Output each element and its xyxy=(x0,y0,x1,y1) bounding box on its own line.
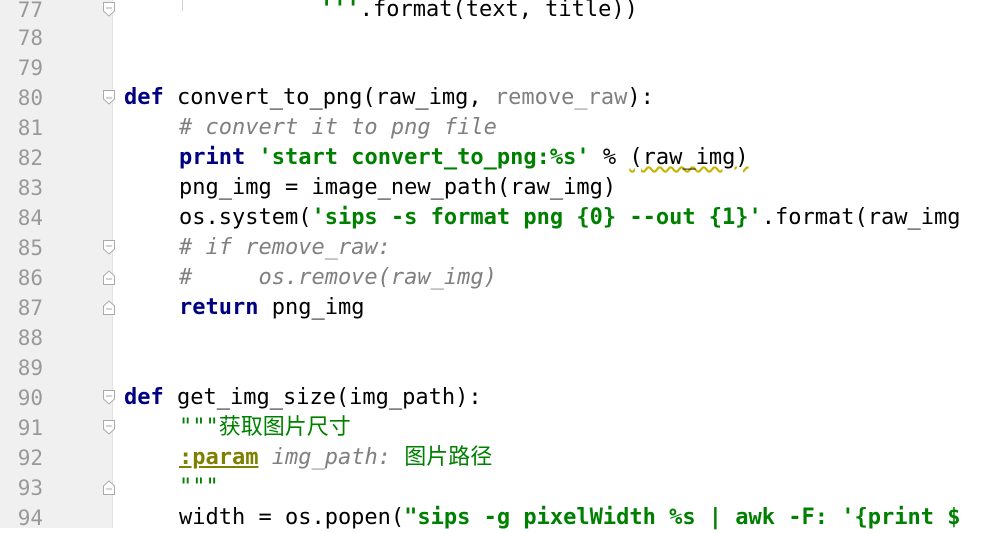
code-line[interactable]: 82 print 'start convert_to_png:%s' % (ra… xyxy=(0,143,998,173)
code-line[interactable]: 90 def get_img_size(img_path): xyxy=(0,383,998,413)
code-text: return png_img xyxy=(179,295,365,320)
code-text: print 'start convert_to_png:%s' % (raw_i… xyxy=(179,145,749,170)
line-number: 79 xyxy=(17,56,43,80)
code-editor[interactable]: 77 '''.format(text, title)) 78 79 80 def… xyxy=(0,0,998,530)
line-number: 83 xyxy=(17,176,43,200)
fold-end-icon[interactable] xyxy=(103,270,115,285)
code-text: # os.remove(raw_img) xyxy=(179,265,497,290)
code-text: def get_img_size(img_path): xyxy=(124,385,482,410)
line-number: 85 xyxy=(17,236,43,260)
code-line[interactable]: 85 # if remove_raw: xyxy=(0,233,998,263)
line-number: 77 xyxy=(17,0,43,22)
code-text: width = os.popen("sips -g pixelWidth %s … xyxy=(179,505,961,530)
code-line[interactable]: 88 xyxy=(0,323,998,353)
line-number: 91 xyxy=(17,416,43,440)
code-area[interactable]: 77 '''.format(text, title)) 78 79 80 def… xyxy=(0,0,998,530)
line-number: 86 xyxy=(17,266,43,290)
line-number: 88 xyxy=(17,326,43,350)
code-line[interactable]: 78 xyxy=(0,23,998,53)
code-line[interactable]: 87 return png_img xyxy=(0,293,998,323)
line-number: 82 xyxy=(17,146,43,170)
fold-end-icon[interactable] xyxy=(103,480,115,495)
line-number: 80 xyxy=(17,86,43,110)
code-text: """获取图片尺寸 xyxy=(179,415,351,440)
code-text: :param img_path: 图片路径 xyxy=(179,445,493,470)
fold-end-icon[interactable] xyxy=(103,2,115,17)
code-line[interactable]: 92 :param img_path: 图片路径 xyxy=(0,443,998,473)
line-number: 94 xyxy=(17,506,43,530)
code-line[interactable]: 77 '''.format(text, title)) xyxy=(0,0,998,25)
code-text: """ xyxy=(179,475,219,500)
code-line[interactable]: 84 os.system('sips -s format png {0} --o… xyxy=(0,203,998,233)
line-number: 92 xyxy=(17,446,43,470)
code-text: os.system('sips -s format png {0} --out … xyxy=(179,205,961,230)
code-line[interactable]: 91 """获取图片尺寸 xyxy=(0,413,998,443)
line-number: 84 xyxy=(17,206,43,230)
code-line[interactable]: 94 width = os.popen("sips -g pixelWidth … xyxy=(0,503,998,533)
line-number: 90 xyxy=(17,386,43,410)
line-number: 89 xyxy=(17,356,43,380)
fold-start-icon[interactable] xyxy=(103,420,115,435)
fold-start-icon[interactable] xyxy=(103,240,115,255)
code-text: '''.format(text, title)) xyxy=(320,0,638,22)
code-line[interactable]: 83 png_img = image_new_path(raw_img) xyxy=(0,173,998,203)
fold-start-icon[interactable] xyxy=(103,90,115,105)
code-text: # convert it to png file xyxy=(179,115,497,140)
code-line[interactable]: 80 def convert_to_png(raw_img, remove_ra… xyxy=(0,83,998,113)
code-text: # if remove_raw: xyxy=(179,235,391,260)
code-text: png_img = image_new_path(raw_img) xyxy=(179,175,617,200)
code-text: def convert_to_png(raw_img, remove_raw): xyxy=(124,85,654,110)
fold-end-icon[interactable] xyxy=(103,300,115,315)
code-line[interactable]: 86 # os.remove(raw_img) xyxy=(0,263,998,293)
code-line[interactable]: 93 """ xyxy=(0,473,998,503)
code-line[interactable]: 79 xyxy=(0,53,998,83)
indent-guide xyxy=(182,0,183,11)
line-number: 81 xyxy=(17,116,43,140)
line-number: 93 xyxy=(17,476,43,500)
fold-start-icon[interactable] xyxy=(103,390,115,405)
line-number: 87 xyxy=(17,296,43,320)
line-number: 78 xyxy=(17,26,43,50)
code-line[interactable]: 89 xyxy=(0,353,998,383)
code-line[interactable]: 81 # convert it to png file xyxy=(0,113,998,143)
